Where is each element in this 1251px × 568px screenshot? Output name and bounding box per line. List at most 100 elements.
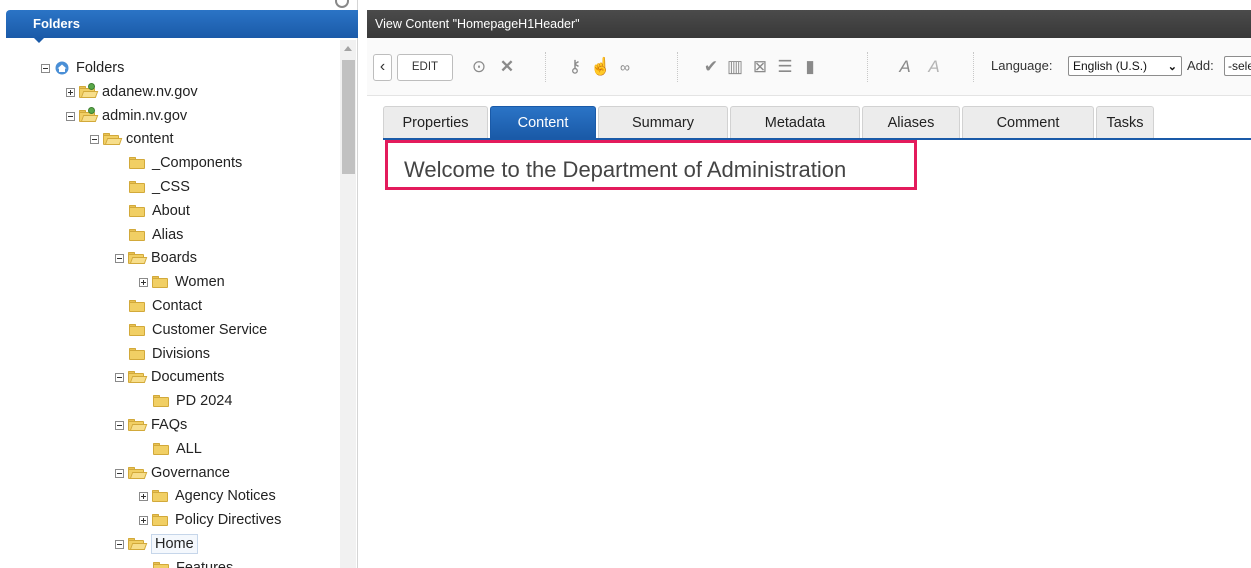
content-panel: View Content "HomepageH1Header" ‹ EDIT ⊙…	[367, 0, 1251, 568]
collapse-minus-icon[interactable]	[115, 253, 124, 263]
tab-properties[interactable]: Properties	[383, 106, 488, 138]
folder-icon	[129, 348, 145, 360]
tree-item-label: Contact	[152, 298, 202, 314]
tree-item[interactable]: Governance	[115, 463, 230, 483]
tab-aliases[interactable]: Aliases	[862, 106, 960, 138]
tree-item[interactable]: Boards	[115, 248, 197, 268]
collapse-minus-icon[interactable]	[66, 111, 75, 121]
select-hand-icon[interactable]: ☝	[590, 56, 611, 78]
content-toolbar: ‹ EDIT ⊙ ✕ ⚷ ☝ ∞ ✔ ▥ ⊠ ☰ ▮ A A Language:…	[367, 38, 1251, 96]
toolbar-divider	[973, 52, 974, 82]
tab-comment[interactable]: Comment	[962, 106, 1094, 138]
expand-plus-icon[interactable]	[139, 277, 148, 287]
chevron-down-icon: ⌄	[1167, 61, 1177, 73]
tree-item[interactable]: Agency Notices	[139, 486, 276, 506]
folder-tree: Folders adanew.nv.gov admin.nv.gov content _…	[0, 40, 340, 568]
content-highlight-box: Welcome to the Department of Administrat…	[385, 140, 917, 190]
tree-item[interactable]: FAQs	[115, 415, 187, 435]
tree-item[interactable]: content	[90, 129, 174, 149]
tree-item-label: About	[152, 203, 190, 219]
tree-item-label: ALL	[176, 441, 202, 457]
tree-item[interactable]: About	[129, 201, 190, 221]
back-button[interactable]: ‹	[373, 54, 392, 81]
tree-item-label: content	[126, 131, 174, 147]
content-heading-text: Welcome to the Department of Administrat…	[404, 157, 847, 182]
collapse-minus-icon[interactable]	[115, 420, 124, 430]
permissions-key-icon[interactable]: ⚷	[565, 56, 585, 78]
language-label: Language:	[991, 58, 1053, 73]
expand-plus-icon[interactable]	[66, 87, 75, 97]
tree-item[interactable]: _CSS	[129, 177, 190, 197]
language-select-value: English (U.S.)	[1073, 59, 1148, 73]
expand-plus-icon[interactable]	[139, 491, 148, 501]
folder-icon	[153, 395, 169, 407]
tab-summary[interactable]: Summary	[598, 106, 728, 138]
tree-item[interactable]: Divisions	[129, 344, 210, 364]
folder-icon	[129, 205, 145, 217]
tree-item[interactable]: Policy Directives	[139, 510, 281, 530]
tab-tasks[interactable]: Tasks	[1096, 106, 1154, 138]
collapse-minus-icon[interactable]	[41, 63, 50, 73]
tree-item[interactable]: Home	[115, 534, 198, 554]
tree-item[interactable]: Customer Service	[129, 320, 267, 340]
collapse-minus-icon[interactable]	[115, 539, 124, 549]
link-icon[interactable]: ∞	[615, 56, 635, 78]
folder-tree-scrollbar[interactable]	[340, 40, 356, 568]
folder-open-icon	[128, 467, 148, 479]
tree-item[interactable]: Contact	[129, 296, 202, 316]
home-icon	[55, 61, 69, 75]
approve-check-icon[interactable]: ✔	[701, 56, 721, 78]
folder-open-icon	[128, 538, 148, 550]
tree-item[interactable]: ALL	[153, 439, 202, 459]
list-view-icon[interactable]: ☰	[775, 56, 795, 78]
tree-item-label: Documents	[151, 369, 225, 385]
tree-item-label: Folders	[76, 60, 125, 76]
collapse-minus-icon[interactable]	[115, 372, 124, 382]
tab-metadata[interactable]: Metadata	[730, 106, 860, 138]
tree-item-label: Home	[151, 534, 198, 554]
tree-item-label: Features	[176, 560, 234, 568]
folder-open-icon	[128, 252, 148, 264]
delete-icon[interactable]: ✕	[497, 56, 517, 78]
edit-button[interactable]: EDIT	[397, 54, 453, 81]
help-icon[interactable]	[333, 0, 351, 9]
workflow-diagram-icon[interactable]: ⊠	[750, 56, 770, 78]
tree-item-label: Policy Directives	[175, 512, 282, 528]
tree-item[interactable]: Alias	[129, 225, 183, 245]
tree-item[interactable]: Folders	[41, 58, 124, 78]
tree-item-label: Agency Notices	[175, 488, 276, 504]
add-label: Add:	[1187, 58, 1214, 73]
folder-icon	[153, 443, 169, 455]
language-select[interactable]: English (U.S.) ⌄	[1068, 56, 1182, 76]
spellcheck-icon[interactable]: A	[894, 56, 916, 78]
tree-item[interactable]: admin.nv.gov	[66, 106, 187, 126]
folders-panel-header: Folders	[6, 10, 358, 43]
tree-item[interactable]: adanew.nv.gov	[66, 82, 198, 102]
tree-item[interactable]: Women	[139, 272, 225, 292]
expand-plus-icon[interactable]	[139, 515, 148, 525]
folder-icon	[129, 300, 145, 312]
collapse-minus-icon[interactable]	[90, 134, 99, 144]
folder-icon	[129, 181, 145, 193]
history-icon[interactable]: ⊙	[469, 56, 489, 78]
folder-icon	[152, 514, 168, 526]
folder-open-icon	[103, 133, 123, 145]
tree-item[interactable]: PD 2024	[153, 391, 232, 411]
scroll-thumb[interactable]	[342, 60, 355, 174]
site-folder-icon	[79, 83, 99, 98]
scroll-up-arrow-icon[interactable]	[344, 46, 352, 51]
reports-bar-chart-icon[interactable]: ▥	[725, 56, 745, 78]
tree-item-label: _Components	[152, 155, 243, 171]
tree-item-label: Boards	[151, 250, 197, 266]
collapse-minus-icon[interactable]	[115, 468, 124, 478]
tree-item-label: FAQs	[151, 417, 188, 433]
folder-icon	[153, 562, 169, 568]
archive-icon[interactable]: ▮	[800, 56, 820, 78]
chevron-left-icon: ‹	[379, 58, 386, 75]
tab-content[interactable]: Content	[490, 106, 596, 138]
tree-item[interactable]: _Components	[129, 153, 242, 173]
tree-item[interactable]: Features	[153, 558, 233, 568]
add-select[interactable]: -select-	[1224, 56, 1251, 76]
translate-icon[interactable]: A	[923, 56, 945, 78]
tree-item[interactable]: Documents	[115, 367, 224, 387]
